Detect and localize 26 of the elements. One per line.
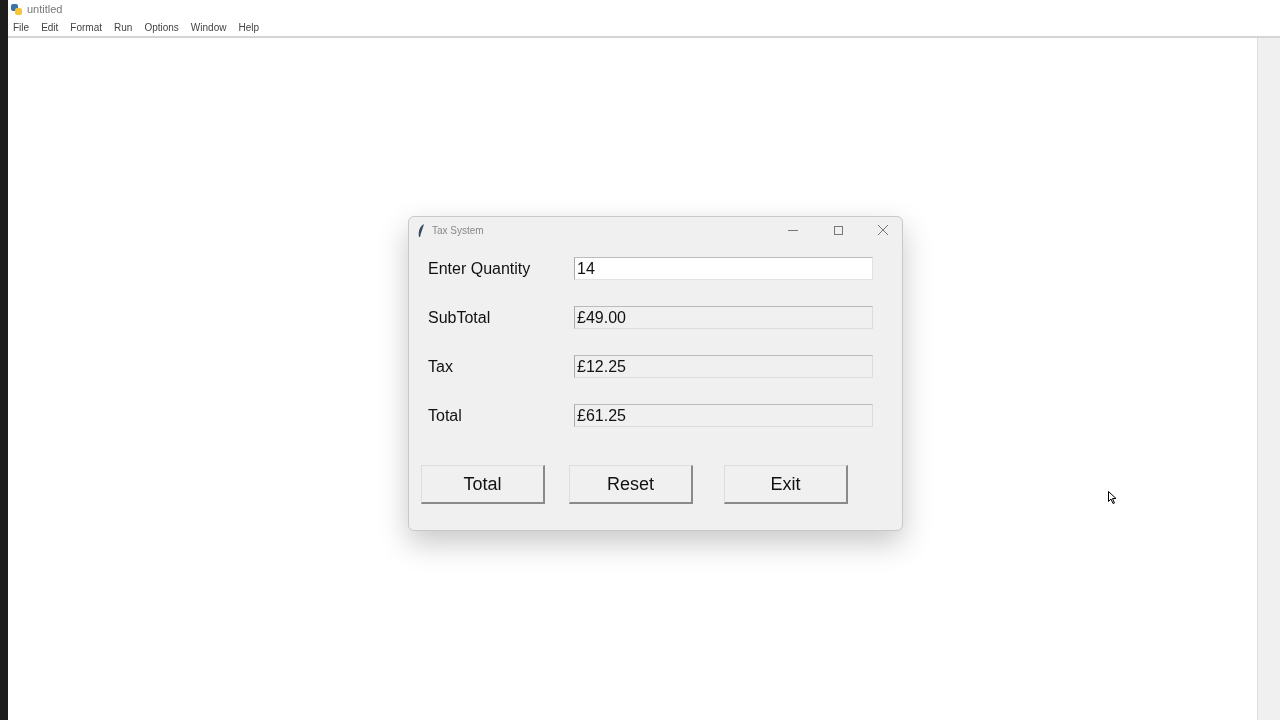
maximize-icon[interactable]	[833, 225, 843, 235]
field-label: Enter Quantity	[428, 259, 532, 278]
dialog-button[interactable]: Exit	[724, 465, 848, 504]
menu-item[interactable]: Options	[138, 21, 185, 33]
menu-item[interactable]: Run	[108, 21, 139, 33]
minimize-icon[interactable]	[788, 229, 798, 231]
field-label: Total	[428, 406, 463, 425]
menu-item[interactable]: File	[8, 21, 36, 33]
feather-icon	[418, 223, 425, 237]
scrollbar[interactable]	[1257, 38, 1280, 720]
dialog-title: Tax System	[432, 224, 485, 236]
menu-item[interactable]: Window	[184, 21, 233, 33]
dialog-button[interactable]: Reset	[569, 465, 693, 504]
field-label: SubTotal	[428, 308, 492, 327]
readonly-field[interactable]: £49.00	[574, 306, 873, 329]
field-label: Tax	[428, 357, 454, 376]
input-field[interactable]: 14	[574, 257, 873, 280]
mouse-cursor-icon	[1108, 491, 1117, 504]
close-icon[interactable]	[878, 225, 888, 235]
window-title: untitled	[27, 3, 63, 15]
dialog-button[interactable]: Total	[421, 465, 545, 504]
readonly-field[interactable]: £12.25	[574, 355, 873, 378]
menu-item[interactable]: Format	[64, 21, 109, 33]
menu-item[interactable]: Edit	[35, 21, 65, 33]
menu-item[interactable]: Help	[232, 21, 265, 33]
readonly-field[interactable]: £61.25	[574, 404, 873, 427]
